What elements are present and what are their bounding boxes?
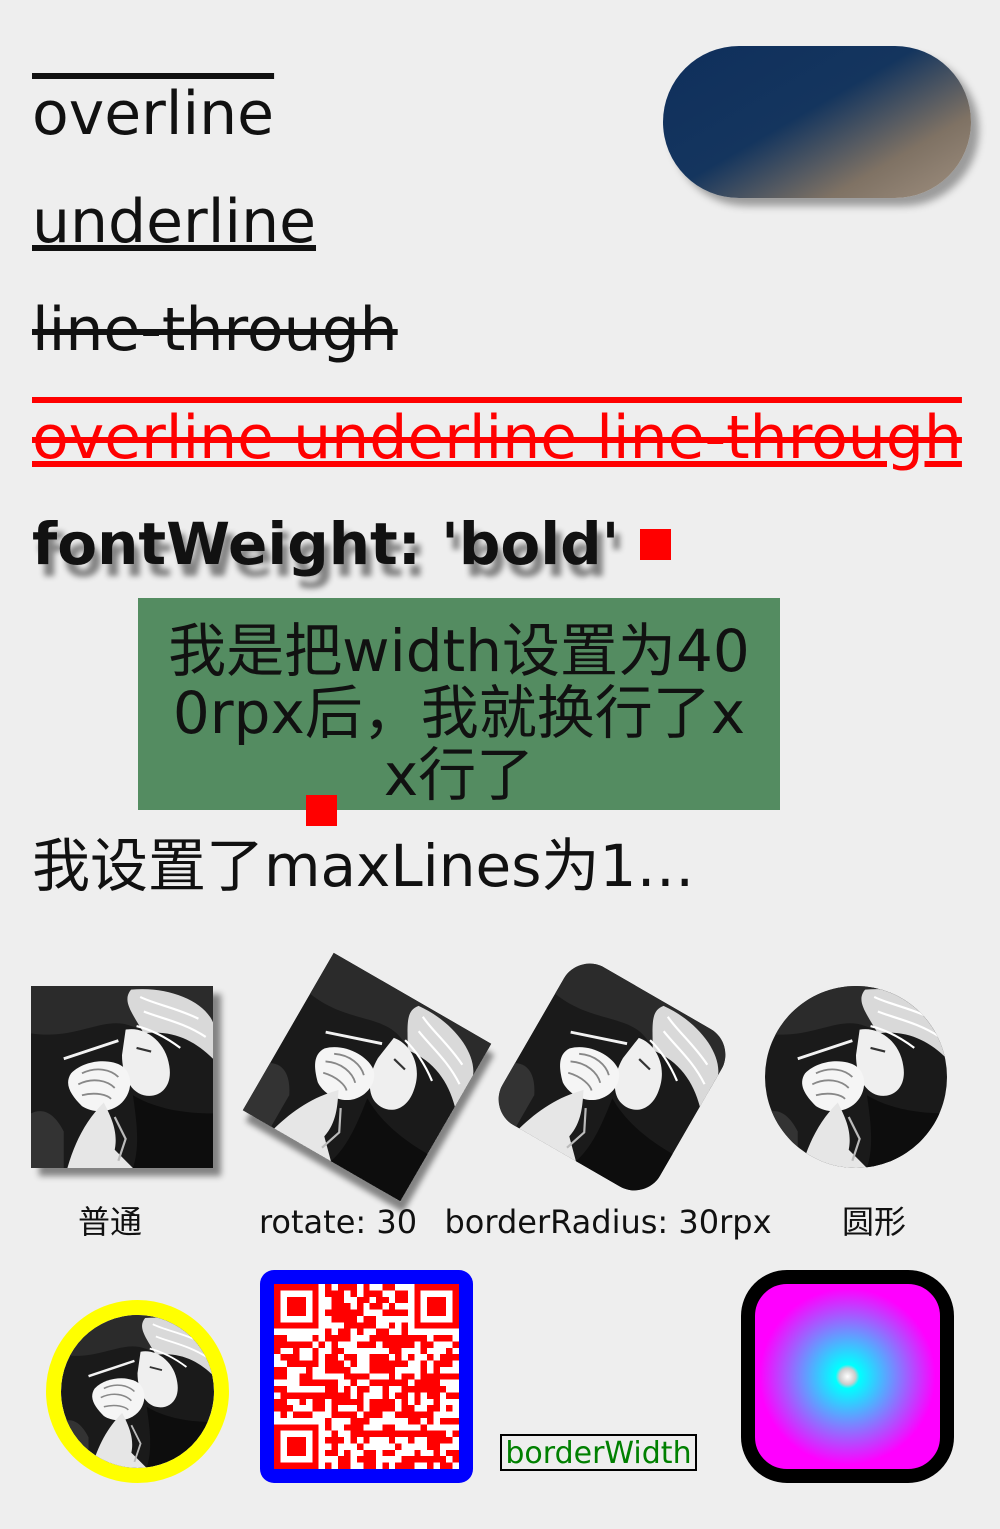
caption-normal: 普通: [77, 1203, 142, 1241]
caption-rotate: rotate: 30: [258, 1203, 418, 1241]
avatar-image: [765, 986, 947, 1168]
avatar-image: [487, 952, 737, 1202]
combined-decoration-text: overline underline line-through: [32, 403, 962, 473]
overline-text: overline: [32, 79, 275, 149]
avatar-image: [242, 952, 492, 1202]
caption-circle: 圆形: [841, 1203, 906, 1241]
avatar-image: [31, 986, 213, 1168]
avatar-image: [487, 952, 737, 1202]
avatar-image: [242, 952, 492, 1202]
gradient-pill: [663, 46, 971, 198]
bold-shadow-text: fontWeight: 'bold': [32, 510, 620, 578]
red-square-marker: [306, 795, 337, 826]
avatar-image: [61, 1315, 214, 1468]
caption-border-radius: borderRadius: 30rpx: [444, 1203, 772, 1241]
border-width-label: borderWidth: [500, 1434, 697, 1471]
qr-code-box: [260, 1270, 473, 1483]
avatar-image: [765, 986, 947, 1168]
qr-code-icon: [274, 1284, 459, 1469]
wrap-width-box: 我是把width设置为400rpx后，我就换行了xx行了: [138, 598, 780, 810]
red-square-marker: [640, 529, 671, 560]
radial-gradient-box: [741, 1270, 954, 1483]
line-through-text: line-through: [32, 295, 398, 365]
maxlines-text: 我设置了maxLines为1，我设置了maxLines为1，我设置了maxLin…: [32, 832, 752, 900]
avatar-yellow-border: [46, 1300, 229, 1483]
qr-code-icon: [274, 1284, 459, 1469]
avatar-image: [31, 986, 213, 1168]
underline-text: underline: [32, 187, 317, 257]
